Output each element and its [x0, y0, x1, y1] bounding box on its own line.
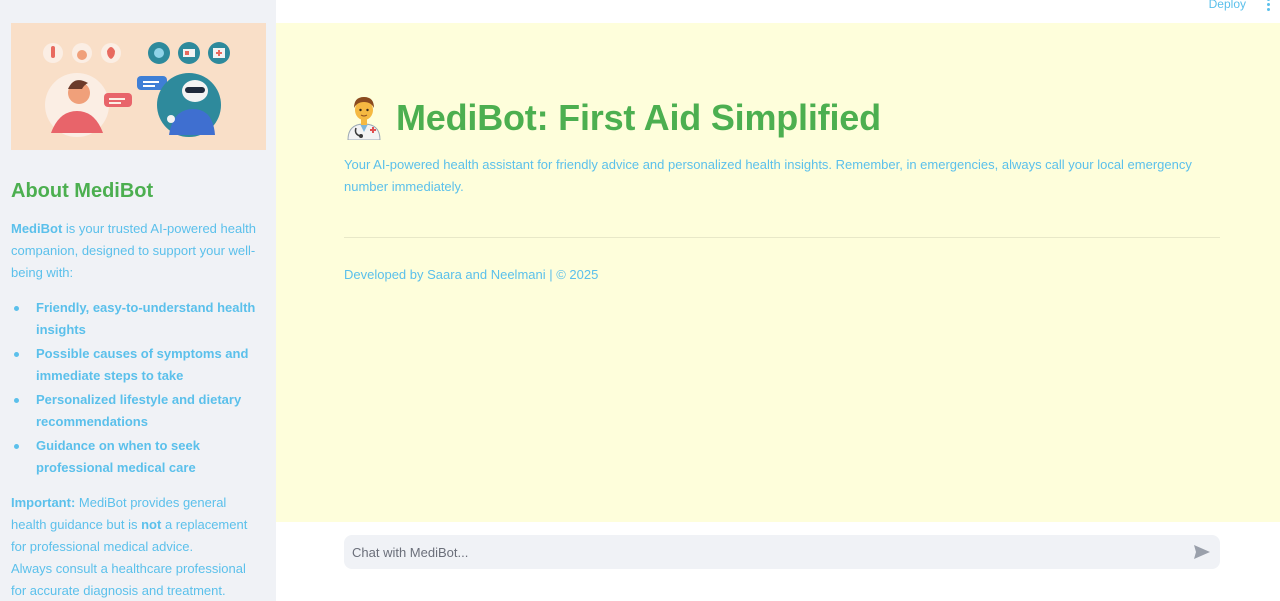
intro-brand: MediBot: [11, 221, 63, 236]
main-content: MediBot: First Aid Simplified Your AI-po…: [276, 23, 1280, 522]
important-text: Always consult a healthcare professional…: [11, 561, 246, 598]
feature-label: Personalized lifestyle and dietary recom…: [36, 392, 242, 429]
sidebar: About MediBot MediBot is your trusted AI…: [0, 0, 276, 601]
chat-input[interactable]: [344, 535, 1182, 569]
health-worker-icon: [347, 97, 381, 140]
title-row: MediBot: First Aid Simplified: [344, 96, 881, 140]
sidebar-hero-illustration: [11, 23, 266, 150]
bullet-icon: [14, 352, 19, 357]
feature-label: Friendly, easy-to-understand health insi…: [36, 300, 256, 337]
send-icon[interactable]: [1192, 542, 1212, 562]
chat-box: [344, 535, 1220, 569]
about-intro: MediBot is your trusted AI-powered healt…: [11, 218, 256, 284]
page-subtitle: Your AI-powered health assistant for fri…: [344, 157, 1192, 194]
feature-list: Friendly, easy-to-understand health insi…: [11, 297, 261, 481]
list-item: Possible causes of symptoms and immediat…: [11, 343, 261, 387]
about-title: About MediBot: [11, 180, 154, 202]
divider: [344, 237, 1220, 238]
credit-text: Developed by Saara and Neelmani | © 2025: [344, 267, 599, 282]
list-item: Friendly, easy-to-understand health insi…: [11, 297, 261, 341]
page-title: MediBot: First Aid Simplified: [396, 97, 881, 138]
top-bar: Deploy: [276, 0, 1280, 23]
feature-label: Guidance on when to seek professional me…: [36, 438, 200, 475]
list-item: Guidance on when to seek professional me…: [11, 435, 261, 479]
kebab-menu-icon[interactable]: [1266, 0, 1272, 12]
health-illustration-image: [43, 42, 230, 137]
deploy-button[interactable]: Deploy: [1209, 0, 1246, 11]
list-item: Personalized lifestyle and dietary recom…: [11, 389, 261, 433]
bullet-icon: [14, 398, 19, 403]
bullet-icon: [14, 306, 19, 311]
chat-input-area: [276, 522, 1280, 601]
feature-label: Possible causes of symptoms and immediat…: [36, 346, 249, 383]
important-not: not: [141, 517, 162, 532]
important-label: Important:: [11, 495, 76, 510]
important-note: Important: MediBot provides general heal…: [11, 492, 261, 601]
bullet-icon: [14, 444, 19, 449]
